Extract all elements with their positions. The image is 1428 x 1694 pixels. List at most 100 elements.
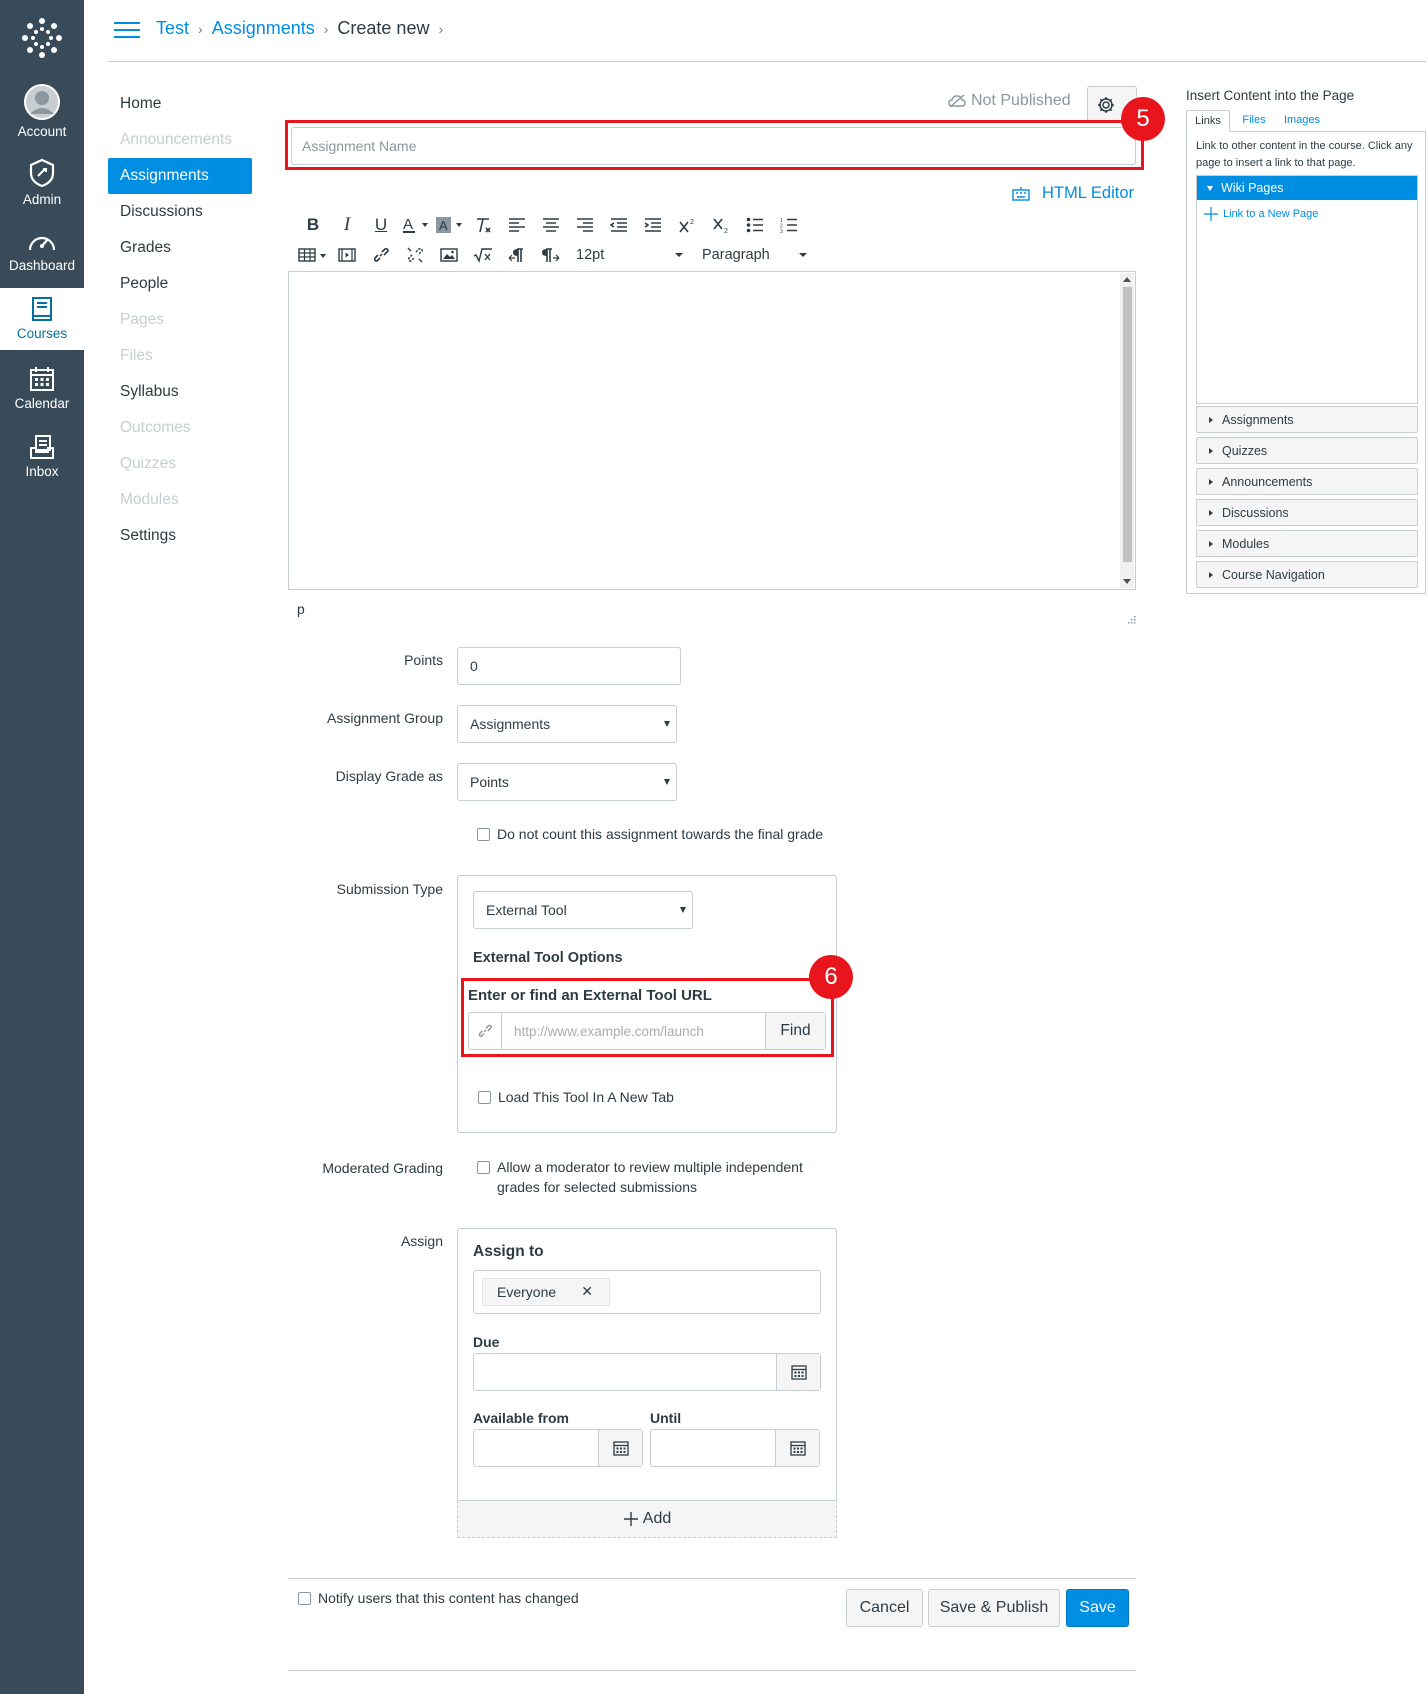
italic-button[interactable]: I [330, 212, 364, 238]
sidebar-section-assignments[interactable]: Assignments [1196, 406, 1418, 433]
sidebar-section-modules[interactable]: Modules [1196, 530, 1418, 557]
assignment-group-select[interactable]: Assignments [457, 705, 677, 743]
svg-text:3: 3 [780, 229, 783, 233]
align-left-icon [509, 218, 525, 232]
nav-admin[interactable]: Admin [0, 158, 84, 207]
course-nav-people[interactable]: People [108, 266, 252, 302]
notify-users-checkbox[interactable] [298, 1592, 311, 1605]
available-from-calendar-button[interactable] [598, 1430, 642, 1466]
sidebar-section-quizzes[interactable]: Quizzes [1196, 437, 1418, 464]
nav-calendar[interactable]: Calendar [0, 366, 84, 411]
sidebar-tab-links[interactable]: Links [1186, 110, 1230, 132]
font-size-select[interactable]: 12pt [576, 247, 688, 263]
media-button[interactable] [330, 242, 364, 268]
text-color-button[interactable]: A [398, 212, 432, 238]
course-nav-grades[interactable]: Grades [108, 230, 252, 266]
wiki-pages-header[interactable]: Wiki Pages [1197, 176, 1417, 200]
underline-button[interactable]: U [364, 212, 398, 238]
html-editor-toggle[interactable]: HTML Editor [1012, 184, 1134, 203]
cancel-button[interactable]: Cancel [846, 1589, 923, 1627]
rich-content-editor[interactable] [288, 271, 1136, 590]
external-tool-url-input[interactable] [502, 1013, 765, 1049]
course-nav-outcomes[interactable]: Outcomes [108, 410, 252, 446]
moderated-grading-checkbox[interactable] [477, 1161, 490, 1174]
image-button[interactable] [432, 242, 466, 268]
bullet-list-button[interactable] [738, 212, 772, 238]
sidebar-tab-images[interactable]: Images [1278, 110, 1326, 132]
available-from-field[interactable] [474, 1430, 598, 1466]
publish-status[interactable]: Not Published [948, 92, 1071, 110]
course-nav-modules[interactable]: Modules [108, 482, 252, 518]
subscript-button[interactable]: 2 [704, 212, 738, 238]
sidebar-section-discussions[interactable]: Discussions [1196, 499, 1418, 526]
sidebar-section-course-navigation[interactable]: Course Navigation [1196, 561, 1418, 588]
table-button[interactable] [296, 242, 330, 268]
due-calendar-button[interactable] [776, 1354, 820, 1390]
display-grade-select[interactable]: Points [457, 763, 677, 801]
caret-right-icon [1209, 416, 1213, 423]
insert-link-button[interactable] [364, 242, 398, 268]
find-button[interactable]: Find [765, 1013, 825, 1049]
due-date-field[interactable] [474, 1354, 776, 1390]
course-nav-home[interactable]: Home [108, 86, 252, 122]
avatar-icon [24, 84, 60, 120]
nav-inbox[interactable]: Inbox [0, 434, 84, 479]
clear-formatting-icon [477, 218, 491, 233]
save-button[interactable]: Save [1066, 1589, 1129, 1627]
nav-dashboard[interactable]: Dashboard [0, 230, 84, 273]
align-left-button[interactable] [500, 212, 534, 238]
assignment-name-input[interactable] [291, 127, 1136, 165]
block-format-select[interactable]: Paragraph [702, 247, 808, 263]
sidebar-section-label: Discussions [1222, 505, 1289, 520]
ltr-button[interactable] [500, 242, 534, 268]
sidebar-tab-files[interactable]: Files [1236, 110, 1272, 132]
course-nav-discussions[interactable]: Discussions [108, 194, 252, 230]
course-nav-announcements[interactable]: Announcements [108, 122, 252, 158]
breadcrumb-course[interactable]: Test [156, 18, 189, 39]
nav-account[interactable]: Account [0, 84, 84, 139]
nav-dashboard-label: Dashboard [8, 258, 76, 273]
numbered-list-button[interactable]: 123 [772, 212, 806, 238]
align-center-button[interactable] [534, 212, 568, 238]
course-nav-files[interactable]: Files [108, 338, 252, 374]
until-calendar-button[interactable] [775, 1430, 819, 1466]
omit-from-final-grade-checkbox[interactable] [477, 828, 490, 841]
background-color-button[interactable]: A [432, 212, 466, 238]
save-and-publish-button[interactable]: Save & Publish [928, 1589, 1060, 1627]
align-right-button[interactable] [568, 212, 602, 238]
points-input[interactable]: 0 [457, 647, 681, 685]
breadcrumb-assignments[interactable]: Assignments [212, 18, 315, 39]
add-label: Add [642, 1510, 672, 1527]
remove-token-icon[interactable]: ✕ [581, 1283, 593, 1300]
unlink-button[interactable] [398, 242, 432, 268]
until-input[interactable] [650, 1429, 820, 1467]
hamburger-menu-icon[interactable] [114, 22, 140, 40]
course-nav-pages[interactable]: Pages [108, 302, 252, 338]
until-field[interactable] [651, 1430, 775, 1466]
bold-button[interactable]: B [296, 212, 330, 238]
sidebar-section-announcements[interactable]: Announcements [1196, 468, 1418, 495]
calendar-icon [789, 1441, 806, 1456]
equation-button[interactable] [466, 242, 500, 268]
course-nav-settings[interactable]: Settings [108, 518, 252, 554]
course-nav-syllabus[interactable]: Syllabus [108, 374, 252, 410]
resize-handle-icon[interactable] [1126, 614, 1136, 624]
course-nav-quizzes[interactable]: Quizzes [108, 446, 252, 482]
superscript-button[interactable]: 2 [670, 212, 704, 238]
gear-icon [1098, 97, 1114, 113]
add-assignment-override-button[interactable]: Add [457, 1500, 837, 1538]
link-to-new-page[interactable]: Link to a New Page [1204, 207, 1318, 221]
nav-courses[interactable]: Courses [0, 288, 84, 350]
clear-formatting-button[interactable] [466, 212, 500, 238]
new-tab-checkbox[interactable] [478, 1091, 491, 1104]
available-from-input[interactable] [473, 1429, 643, 1467]
rtl-button[interactable] [534, 242, 568, 268]
course-nav-assignments[interactable]: Assignments [108, 158, 252, 194]
indent-button[interactable] [636, 212, 670, 238]
outdent-button[interactable] [602, 212, 636, 238]
canvas-logo-icon[interactable] [20, 16, 64, 60]
submission-type-select[interactable]: External Tool [473, 891, 693, 929]
due-date-input[interactable] [473, 1353, 821, 1391]
caret-right-icon [1209, 447, 1213, 454]
editor-scrollbar[interactable] [1120, 273, 1134, 588]
